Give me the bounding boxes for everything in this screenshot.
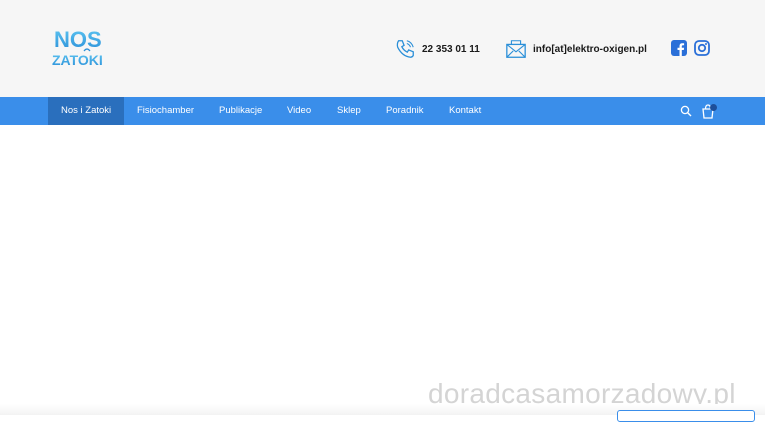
nav-item-nos-i-zatoki[interactable]: Nos i Zatoki (48, 97, 125, 125)
nav-item-video[interactable]: Video (287, 97, 311, 125)
facebook-icon[interactable] (671, 40, 687, 56)
cart-count-badge (710, 104, 717, 111)
nav-item-poradnik[interactable]: Poradnik (386, 97, 424, 125)
main-nav: Nos i Zatoki Fisiochamber Publikacje Vid… (0, 97, 765, 125)
nav-item-sklep[interactable]: Sklep (337, 97, 361, 125)
email-contact[interactable]: info[at]elektro-oxigen.pl (505, 38, 647, 60)
phone-contact[interactable]: 22 353 01 11 (394, 38, 480, 60)
phone-number[interactable]: 22 353 01 11 (422, 44, 480, 55)
svg-text:ZATOKI: ZATOKI (52, 52, 103, 68)
svg-text:NOS: NOS (54, 27, 102, 52)
nav-item-kontakt[interactable]: Kontakt (449, 97, 481, 125)
header-bar: NOS ZATOKI 22 353 01 11 info[at]elektro-… (0, 0, 765, 97)
phone-icon (396, 40, 414, 58)
nav-item-publikacje[interactable]: Publikacje (219, 97, 262, 125)
nav-item-fisiochamber[interactable]: Fisiochamber (137, 97, 194, 125)
instagram-icon[interactable] (694, 40, 710, 56)
site-logo[interactable]: NOS ZATOKI (50, 27, 120, 69)
search-icon[interactable] (680, 105, 692, 117)
bottom-button[interactable] (617, 410, 755, 422)
email-address[interactable]: info[at]elektro-oxigen.pl (533, 44, 647, 55)
envelope-icon (506, 40, 526, 58)
